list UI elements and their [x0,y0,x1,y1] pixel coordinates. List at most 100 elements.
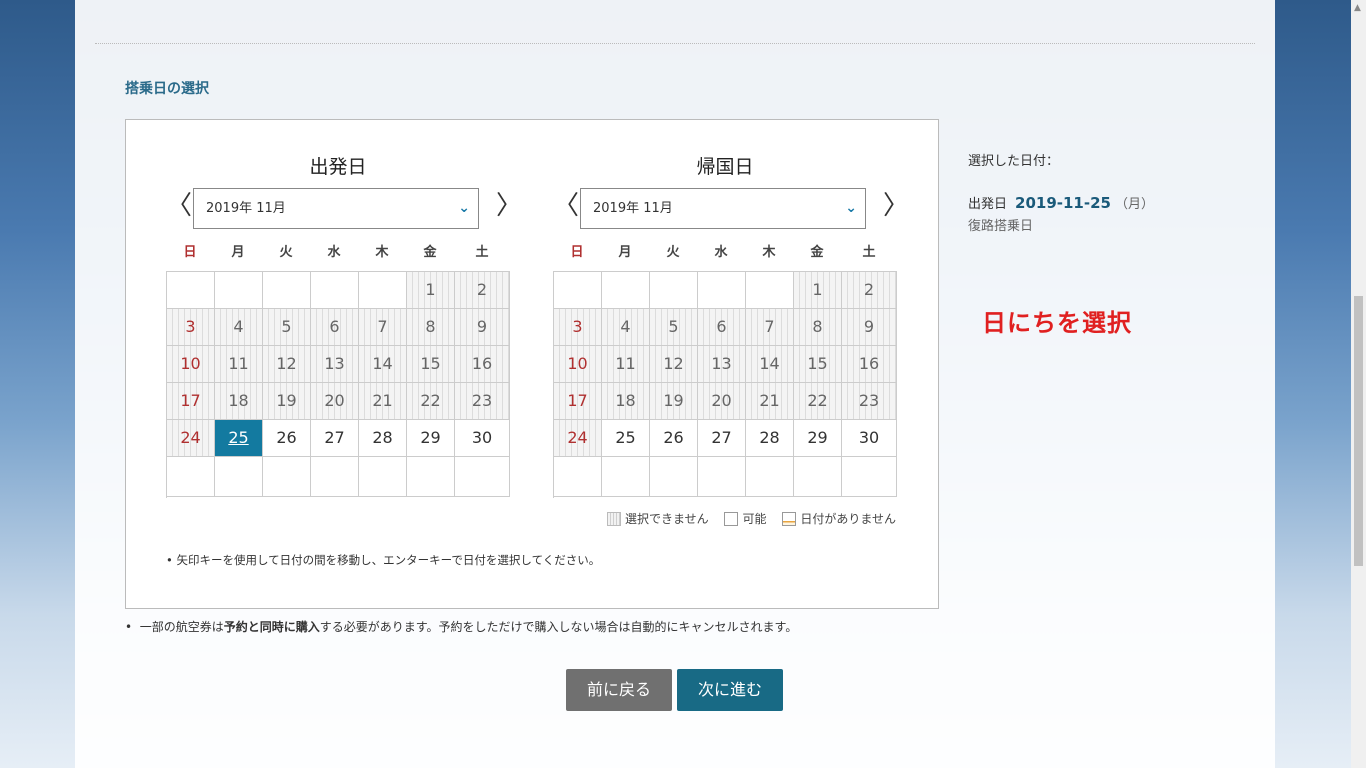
calendar-day[interactable]: 27 [698,420,746,457]
calendar-title: 出発日 [309,156,367,178]
calendar-day: 9 [455,309,510,346]
scroll-up-icon[interactable]: ▲ [1354,3,1363,13]
departure-date: 2019-11-25 [1015,194,1111,212]
calendar-day: 19 [650,383,698,420]
calendar-day: 11 [215,346,263,383]
chevron-left-icon[interactable]: 〈 [166,192,192,222]
calendar-empty-cell [746,457,794,497]
calendar-day[interactable]: 26 [263,420,311,457]
calendar-empty-cell [311,272,359,309]
calendar-grid: 1 2 3 4 5 6 7 8 9 10 11 12 13 14 15 16 17 18 19 20 21 22 23 24 2… [166,271,510,498]
calendar-day: 12 [650,346,698,383]
weekday-header: 木 [762,245,776,260]
calendar-empty-cell [650,272,698,309]
calendar-title: 帰国日 [696,156,754,178]
calendar-empty-cell [842,457,897,497]
calendar-empty-cell [602,272,650,309]
calendar-day: 13 [698,346,746,383]
selected-date-info: 選択した日付： 出発日 2019-11-25 （月） 復路搭乗日 [968,150,1154,234]
calendar-day: 6 [311,309,359,346]
calendar-day: 23 [842,383,897,420]
calendar-day: 2 [455,272,510,309]
month-select[interactable]: 2019年 11月 ⌄ [193,188,479,229]
calendar-day[interactable]: 25 [215,420,263,457]
calendar-day: 14 [746,346,794,383]
calendar-day[interactable]: 29 [407,420,455,457]
weekday-header: 月 [618,245,632,260]
calendar-day: 2 [842,272,897,309]
calendar-day: 20 [311,383,359,420]
calendar-empty-cell [263,457,311,497]
purchase-note: • 一部の航空券は予約と同時に購入する必要があります。予約をしただけで購入しない… [125,620,798,634]
calendar-day: 22 [794,383,842,420]
calendar-box: 出発日 〈 2019年 11月 ⌄ 〉 日月火水木金土 1 2 3 4 5 6 7 8 9 10 1… [125,119,939,609]
calendar-day[interactable]: 30 [455,420,510,457]
calendar-day[interactable]: 25 [602,420,650,457]
calendar-day[interactable]: 26 [650,420,698,457]
weekday-header: 月 [231,245,245,260]
back-button[interactable]: 前に戻る [566,669,672,711]
calendar-empty-cell [407,457,455,497]
legend-unavailable: 選択できません [607,512,709,526]
next-button[interactable]: 次に進む [677,669,783,711]
calendar-empty-cell [167,272,215,309]
legend: 選択できません 可能 日付がありません [607,510,896,527]
weekday-header: 日 [183,245,197,260]
legend-available: 可能 [724,512,767,526]
month-select-value: 2019年 11月 [593,201,673,216]
calendar-day[interactable]: 28 [746,420,794,457]
calendar-day: 10 [554,346,602,383]
calendar-day: 22 [407,383,455,420]
calendar-empty-cell [698,457,746,497]
calendar-day[interactable]: 30 [842,420,897,457]
calendar-day[interactable]: 29 [794,420,842,457]
calendar-empty-cell [215,272,263,309]
chevron-down-icon: ⌄ [845,200,857,216]
calendar-day: 17 [167,383,215,420]
calendar-day: 16 [455,346,510,383]
month-select-value: 2019年 11月 [206,201,286,216]
calendar-day: 8 [407,309,455,346]
calendar-day: 10 [167,346,215,383]
calendar-empty-cell [650,457,698,497]
calendar-empty-cell [359,457,407,497]
scrollbar[interactable]: ▲ [1351,0,1366,768]
weekday-header: 火 [666,245,680,260]
calendar-day: 21 [746,383,794,420]
chevron-right-icon[interactable]: 〉 [496,192,522,222]
chevron-right-icon[interactable]: 〉 [883,192,909,222]
calendar-day: 16 [842,346,897,383]
calendar-day: 4 [215,309,263,346]
divider [95,43,1255,44]
weekday-header: 火 [279,245,293,260]
calendar-day: 6 [698,309,746,346]
calendar-day: 1 [794,272,842,309]
calendar-empty-cell [698,272,746,309]
legend-no-date: 日付がありません [782,512,896,526]
calendar-day: 7 [359,309,407,346]
background-sky-right [1275,0,1351,768]
calendar-empty-cell [167,457,215,497]
calendar-day: 7 [746,309,794,346]
selected-date-label: 選択した日付： [968,154,1060,169]
calendar-day[interactable]: 27 [311,420,359,457]
calendar-day[interactable]: 28 [359,420,407,457]
calendar-empty-cell [746,272,794,309]
calendar-day: 3 [167,309,215,346]
calendar-empty-cell [794,457,842,497]
calendar-empty-cell [602,457,650,497]
calendar-day: 8 [794,309,842,346]
scroll-thumb[interactable] [1354,296,1363,566]
weekday-header: 土 [862,245,876,260]
calendar-empty-cell [554,457,602,497]
calendar-day: 20 [698,383,746,420]
keyboard-note: • 矢印キーを使用して日付の間を移動し、エンターキーで日付を選択してください。 [166,553,601,567]
chevron-left-icon[interactable]: 〈 [553,192,579,222]
calendar-day: 4 [602,309,650,346]
calendar-day: 18 [602,383,650,420]
weekday-header: 木 [375,245,389,260]
month-select[interactable]: 2019年 11月 ⌄ [580,188,866,229]
calendar-day: 24 [554,420,602,457]
section-title: 搭乗日の選択 [125,81,209,97]
annotation-text: 日にちを選択 [982,309,1132,337]
